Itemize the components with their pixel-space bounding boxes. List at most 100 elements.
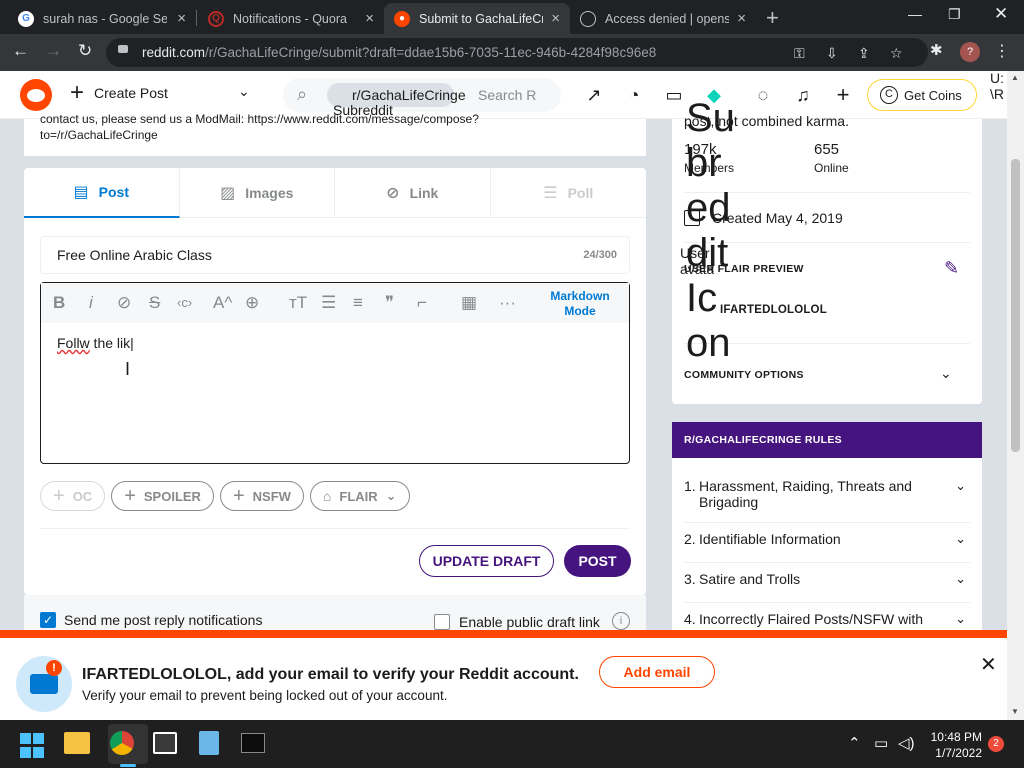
code-block-icon[interactable]: ⌐ [417, 293, 427, 313]
inline-code-icon[interactable]: ‹c› [177, 295, 192, 310]
superscript-icon[interactable]: A^ [213, 293, 232, 313]
browser-tab-google[interactable]: G surah nas - Google Sea × [8, 3, 196, 34]
create-post-plus-icon[interactable]: + [833, 84, 853, 106]
bulleted-list-icon[interactable]: ☰ [321, 293, 336, 313]
online-stat: 655 Online [814, 141, 849, 175]
close-tab-icon[interactable]: × [551, 10, 560, 27]
key-icon[interactable]: ⚿ [794, 45, 805, 62]
spoiler-chip[interactable]: + SPOILER [111, 481, 214, 511]
notifications-bell-icon[interactable]: ♫ [793, 85, 813, 105]
new-tab-icon[interactable]: + [766, 5, 779, 31]
scroll-up-arrow-icon[interactable]: ▲ [1011, 73, 1019, 82]
tab-link[interactable]: ⊘ Link [335, 168, 491, 218]
add-email-button[interactable]: Add email [599, 656, 715, 688]
system-clock[interactable]: 10:48 PM 1/7/2022 [926, 729, 982, 761]
edit-flair-pencil-icon[interactable]: ✎ [944, 258, 959, 279]
get-coins-button[interactable]: C Get Coins [867, 79, 977, 111]
bold-icon[interactable]: B [53, 293, 65, 313]
notice-link[interactable]: to=/r/GachaLifeCringe [40, 127, 630, 143]
window-close-icon[interactable]: ✕ [994, 4, 1008, 24]
reddit-logo-icon[interactable] [20, 79, 52, 111]
reply-notifications-checkbox[interactable]: ✓ [40, 612, 56, 628]
back-icon[interactable]: ← [12, 41, 29, 61]
post-button[interactable]: POST [564, 545, 631, 577]
browser-tab-quora[interactable]: Q Notifications - Quora × [198, 3, 384, 34]
windows-start-icon[interactable] [20, 733, 46, 759]
notepad-icon[interactable] [199, 731, 219, 755]
minimize-icon[interactable]: — [908, 6, 922, 22]
restore-icon[interactable]: ❐ [948, 6, 961, 23]
create-post-dropdown[interactable]: + Create Post ⌄ [70, 81, 250, 105]
volume-icon[interactable]: ◁) [898, 734, 915, 752]
update-draft-button[interactable]: UPDATE DRAFT [419, 545, 554, 577]
terminal-icon[interactable] [241, 733, 265, 753]
menu-dots-icon[interactable]: ⋮ [994, 41, 1010, 61]
plus-icon: + [232, 484, 245, 507]
nsfw-chip[interactable]: + NSFW [219, 481, 304, 511]
video-icon[interactable]: ▭ [664, 85, 684, 105]
table-icon[interactable]: ▦ [461, 293, 477, 313]
tab-post[interactable]: ▤ Post [24, 168, 180, 218]
chrome-icon[interactable] [110, 731, 134, 755]
close-tab-icon[interactable]: × [365, 10, 374, 27]
browser-tab-reddit-active[interactable]: ● Submit to GachaLifeCri × [384, 3, 570, 34]
heading-icon[interactable]: тT [289, 293, 307, 313]
close-icon[interactable]: ✕ [980, 652, 997, 677]
public-draft-checkbox[interactable] [434, 614, 450, 630]
post-body-editor[interactable]: B i ⊘ S ‹c› A^ ⊕ тT ☰ ≡ ❞ ⌐ ▦ ··· Markdo… [40, 282, 630, 464]
close-tab-icon[interactable]: × [737, 10, 746, 27]
display-icon[interactable]: ▭ [874, 734, 888, 752]
italic-icon[interactable]: i [89, 293, 93, 313]
link-icon[interactable]: ⊘ [117, 293, 131, 313]
notification-count-badge[interactable]: 2 [988, 736, 1004, 752]
rule-item[interactable]: 1. Harassment, Raiding, Threats and Briga… [684, 478, 970, 510]
tag-icon: ⌂ [322, 488, 332, 504]
chevron-up-icon[interactable]: ⌃ [848, 734, 861, 752]
microsoft-store-icon[interactable] [153, 732, 177, 754]
scroll-down-arrow-icon[interactable]: ▼ [1011, 707, 1019, 716]
install-icon[interactable]: ⇩ [826, 45, 838, 62]
flair-chip[interactable]: ⌂ FLAIR ⌄ [309, 481, 410, 511]
browser-tab-opensea[interactable]: Access denied | opense × [570, 3, 756, 34]
submission-notice: contact us, please send us a ModMail: ht… [24, 112, 646, 156]
community-options-heading[interactable]: COMMUNITY OPTIONS [684, 369, 804, 381]
tab-images[interactable]: ▨ Images [180, 168, 335, 218]
chat-icon[interactable]: ◌ [753, 85, 773, 105]
post-type-tabs: ▤ Post ▨ Images ⊘ Link ☰ Poll [24, 168, 646, 218]
extensions-icon[interactable]: ✱ [930, 41, 943, 59]
markdown-mode-toggle[interactable]: Markdown Mode [538, 289, 622, 319]
rule-item[interactable]: 2. Identifiable Information ⌄ [684, 531, 970, 547]
user-avatar-alt-fragment[interactable]: U: \R [990, 70, 1006, 102]
popular-icon[interactable]: ↗ [584, 85, 604, 105]
share-icon[interactable]: ⇪ [858, 45, 870, 62]
more-options-icon[interactable]: ··· [499, 293, 516, 313]
reload-icon[interactable]: ↻ [78, 41, 92, 61]
browser-toolbar: ← → ↻ reddit.com/r/GachaLifeCringe/submi… [0, 34, 1024, 71]
chevron-down-icon[interactable]: ⌄ [940, 365, 952, 382]
info-icon[interactable]: i [612, 612, 630, 630]
search-input[interactable]: Search R [478, 87, 536, 103]
document-icon: ▤ [73, 184, 89, 201]
post-title-input[interactable]: Free Online Arabic Class 24/300 [40, 236, 630, 274]
stats-icon[interactable]: ◔ [624, 85, 644, 105]
profile-avatar[interactable]: ? [960, 42, 980, 62]
file-explorer-icon[interactable] [64, 732, 90, 754]
oc-chip[interactable]: + OC [40, 481, 106, 511]
quote-block-icon[interactable]: ❞ [385, 293, 394, 313]
spoiler-icon[interactable]: ⊕ [245, 293, 259, 313]
reply-notifications-label: Send me post reply notifications [64, 612, 263, 628]
strikethrough-icon[interactable]: S [149, 293, 160, 313]
tab-poll[interactable]: ☰ Poll [491, 168, 647, 218]
rule-item[interactable]: 4. Incorrectly Flaired Posts/NSFW with ⌄ [684, 611, 970, 627]
rule-item[interactable]: 3. Satire and Trolls ⌄ [684, 571, 970, 587]
scrollbar-thumb[interactable] [1011, 159, 1020, 452]
address-bar[interactable]: reddit.com/r/GachaLifeCringe/submit?draf… [106, 38, 928, 67]
tab-title: Notifications - Quora [233, 11, 347, 26]
rules-list: 1. Harassment, Raiding, Threats and Briga… [672, 458, 982, 633]
close-tab-icon[interactable]: × [177, 10, 186, 27]
numbered-list-icon[interactable]: ≡ [353, 293, 363, 313]
bookmark-star-icon[interactable]: ☆ [890, 45, 903, 62]
search-bar[interactable]: ⌕ r/GachaLifeCringe Search R [283, 78, 561, 112]
forward-icon[interactable]: → [45, 41, 62, 61]
page-scrollbar[interactable]: ▲ ▼ [1007, 71, 1024, 720]
